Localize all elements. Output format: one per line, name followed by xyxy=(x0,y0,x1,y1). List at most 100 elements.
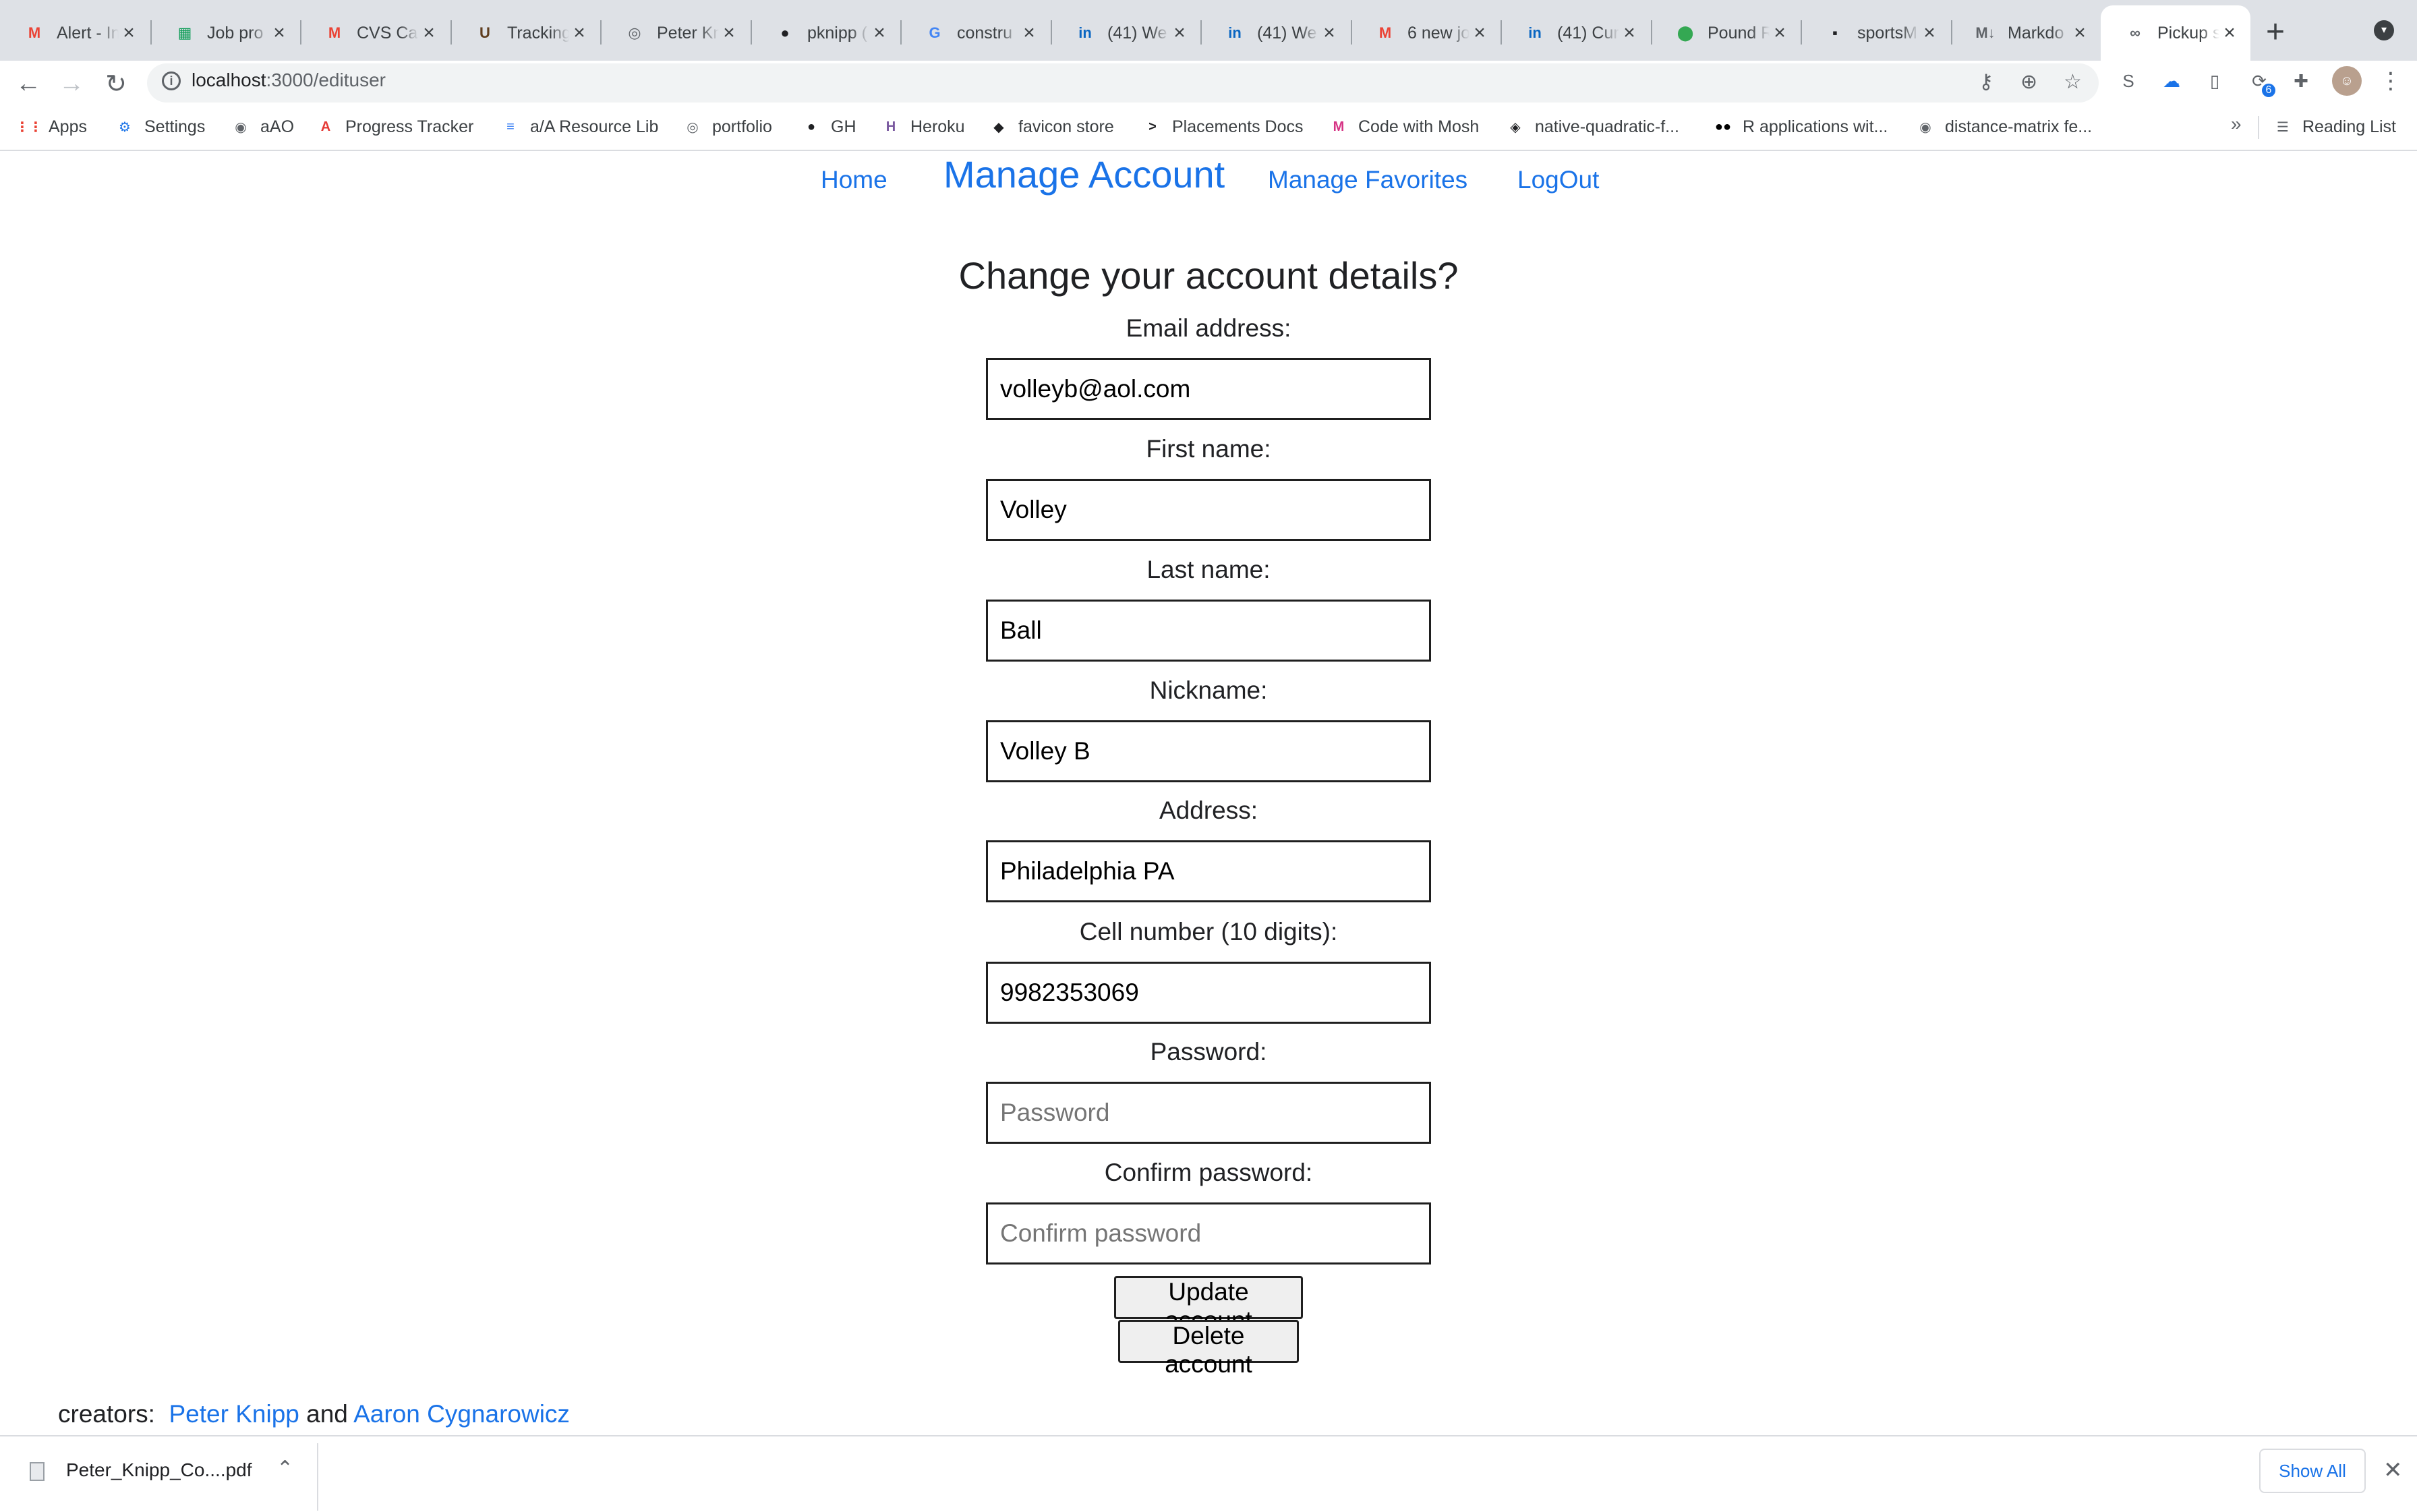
browser-tab[interactable]: M CVS Ca × xyxy=(300,5,450,61)
tab-close-icon[interactable]: × xyxy=(2070,22,2090,45)
extension-icon[interactable]: ▯ xyxy=(2201,67,2228,94)
bookmark-item[interactable]: ◈ native-quadratic-f... xyxy=(1505,113,1679,140)
update-account-button[interactable]: Update account xyxy=(1114,1276,1303,1334)
new-tab-button[interactable]: + xyxy=(2266,13,2285,51)
nav-manage-favorites-link[interactable]: Manage Favorites xyxy=(1268,166,1467,194)
browser-tab[interactable]: ▪ sportsM × xyxy=(1801,5,1950,61)
page-title: Change your account details? xyxy=(958,254,1459,297)
tab-title: sportsM xyxy=(1857,23,1917,42)
browser-tab[interactable]: M↓ Markdo × xyxy=(1951,5,2101,61)
key-icon[interactable]: ⚷ xyxy=(1979,70,1993,94)
password-field[interactable] xyxy=(986,1082,1431,1144)
site-info-icon[interactable]: i xyxy=(162,71,181,90)
browser-tab[interactable]: ⬤ Pound R × xyxy=(1651,5,1801,61)
nav-home-link[interactable]: Home xyxy=(821,166,887,194)
bookmark-item[interactable]: ⚙ Settings xyxy=(115,113,205,140)
address-label: Address: xyxy=(1159,796,1258,824)
tab-close-icon[interactable]: × xyxy=(419,22,439,45)
bookmark-item[interactable]: H Heroku xyxy=(881,113,965,140)
tab-close-icon[interactable]: × xyxy=(1919,22,1940,45)
tab-close-icon[interactable]: × xyxy=(569,22,589,45)
tab-close-icon[interactable]: × xyxy=(869,22,890,45)
back-icon[interactable]: ← xyxy=(11,66,46,101)
browser-tab[interactable]: M 6 new jo × xyxy=(1351,5,1501,61)
tab-close-icon[interactable]: × xyxy=(1469,22,1490,45)
tab-close-icon[interactable]: × xyxy=(119,22,139,45)
confirm-password-field[interactable] xyxy=(986,1202,1431,1264)
more-bookmarks-icon[interactable]: » xyxy=(2231,113,2242,135)
tab-close-icon[interactable]: × xyxy=(1169,22,1190,45)
globe-icon: ◎ xyxy=(687,119,699,135)
bookmark-label: Settings xyxy=(144,117,206,136)
reload-icon[interactable]: ↻ xyxy=(98,66,134,101)
bookmark-label: distance-matrix fe... xyxy=(1945,117,2093,136)
extension-badge-icon[interactable]: ⟳ 6 xyxy=(2246,67,2275,97)
puzzle-icon[interactable]: ✚ xyxy=(2288,67,2314,94)
creator-link-aaron[interactable]: Aaron Cygnarowicz xyxy=(353,1400,570,1428)
nav-logout-link[interactable]: LogOut xyxy=(1517,166,1599,194)
bookmark-item[interactable]: ⋮⋮ Apps xyxy=(16,113,87,140)
browser-tab[interactable]: in (41) We × xyxy=(1200,5,1350,61)
nickname-field[interactable] xyxy=(986,720,1431,782)
show-all-button[interactable]: Show All xyxy=(2259,1449,2366,1493)
medium-icon: ●● xyxy=(1714,119,1732,134)
skype-icon[interactable]: S xyxy=(2115,67,2142,94)
reading-list[interactable]: ☰ Reading List xyxy=(2273,113,2396,140)
bookmark-item[interactable]: M Code with Mosh xyxy=(1329,113,1480,140)
address-bar[interactable] xyxy=(147,63,2099,103)
bookmark-label: native-quadratic-f... xyxy=(1535,117,1679,136)
forward-icon[interactable]: → xyxy=(54,66,89,101)
tab-separator xyxy=(450,20,452,45)
bookmark-item[interactable]: ≡ a/A Resource Lib xyxy=(500,113,658,140)
tab-search-icon[interactable]: ▾ xyxy=(2374,20,2394,40)
browser-tab[interactable]: M Alert - In × xyxy=(0,5,150,61)
browser-tab[interactable]: ◎ Peter Kn × xyxy=(600,5,750,61)
tab-title: Alert - In xyxy=(57,23,119,42)
email-label: Email address: xyxy=(1126,314,1291,342)
zoom-icon[interactable]: ⊕ xyxy=(2020,70,2037,94)
tab-close-icon[interactable]: × xyxy=(719,22,739,45)
nav-manage-account-link[interactable]: Manage Account xyxy=(943,152,1225,196)
bookmark-item[interactable]: ◉ distance-matrix fe... xyxy=(1915,113,2092,140)
cloud-icon[interactable]: ☁ xyxy=(2158,67,2185,94)
browser-tab[interactable]: U Tracking × xyxy=(450,5,600,61)
browser-tab[interactable]: ▦ Job pro × xyxy=(150,5,300,61)
bookmark-item[interactable]: ◉ aAO xyxy=(231,113,294,140)
bookmark-item[interactable]: ◆ favicon store xyxy=(989,113,1113,140)
creator-link-peter[interactable]: Peter Knipp xyxy=(169,1400,299,1428)
bookmark-star-icon[interactable]: ☆ xyxy=(2064,70,2082,94)
tab-separator xyxy=(900,20,902,45)
url-text[interactable]: localhost:3000/edituser xyxy=(192,69,386,91)
bookmark-item[interactable]: ● GH xyxy=(801,113,856,140)
first-name-field[interactable] xyxy=(986,479,1431,541)
download-divider xyxy=(317,1443,318,1511)
browser-tab[interactable]: ● pknipp (× xyxy=(751,5,900,61)
close-icon[interactable]: ✕ xyxy=(2383,1457,2403,1484)
browser-tab[interactable]: in (41) Cur × xyxy=(1501,5,1650,61)
avatar[interactable]: ☺ xyxy=(2332,66,2362,96)
browser-tab[interactable]: Gconstru × xyxy=(900,5,1050,61)
tab-close-icon[interactable]: × xyxy=(1770,22,1790,45)
reading-list-label: Reading List xyxy=(2302,117,2396,136)
bookmark-item[interactable]: A Progress Tracker xyxy=(316,113,474,140)
cell-number-field[interactable] xyxy=(986,962,1431,1024)
last-name-field[interactable] xyxy=(986,600,1431,662)
tab-close-icon[interactable]: × xyxy=(269,22,289,45)
browser-tab[interactable]: in (41) We × xyxy=(1051,5,1200,61)
browser-tab[interactable]: ∞ Pickup s × xyxy=(2101,5,2250,61)
tab-close-icon[interactable]: × xyxy=(1619,22,1639,45)
tab-close-icon[interactable]: × xyxy=(1019,22,1039,45)
bookmark-item[interactable]: ●● R applications wit... xyxy=(1713,113,1888,140)
download-file-name[interactable]: Peter_Knipp_Co....pdf xyxy=(66,1459,252,1481)
extension-badge: 6 xyxy=(2262,84,2275,97)
chevron-up-icon[interactable]: ⌃ xyxy=(276,1457,293,1480)
bookmark-item[interactable]: ◎ portfolio xyxy=(682,113,772,140)
gmail-icon: M xyxy=(1378,24,1392,41)
bookmark-item[interactable]: > Placements Docs xyxy=(1142,113,1303,140)
tab-close-icon[interactable]: × xyxy=(1319,22,1339,45)
tab-close-icon[interactable]: × xyxy=(2219,22,2240,45)
address-field[interactable] xyxy=(986,840,1431,902)
delete-account-button[interactable]: Delete account xyxy=(1118,1320,1299,1378)
menu-icon[interactable]: ⋮ xyxy=(2379,67,2402,94)
email-field[interactable] xyxy=(986,358,1431,420)
